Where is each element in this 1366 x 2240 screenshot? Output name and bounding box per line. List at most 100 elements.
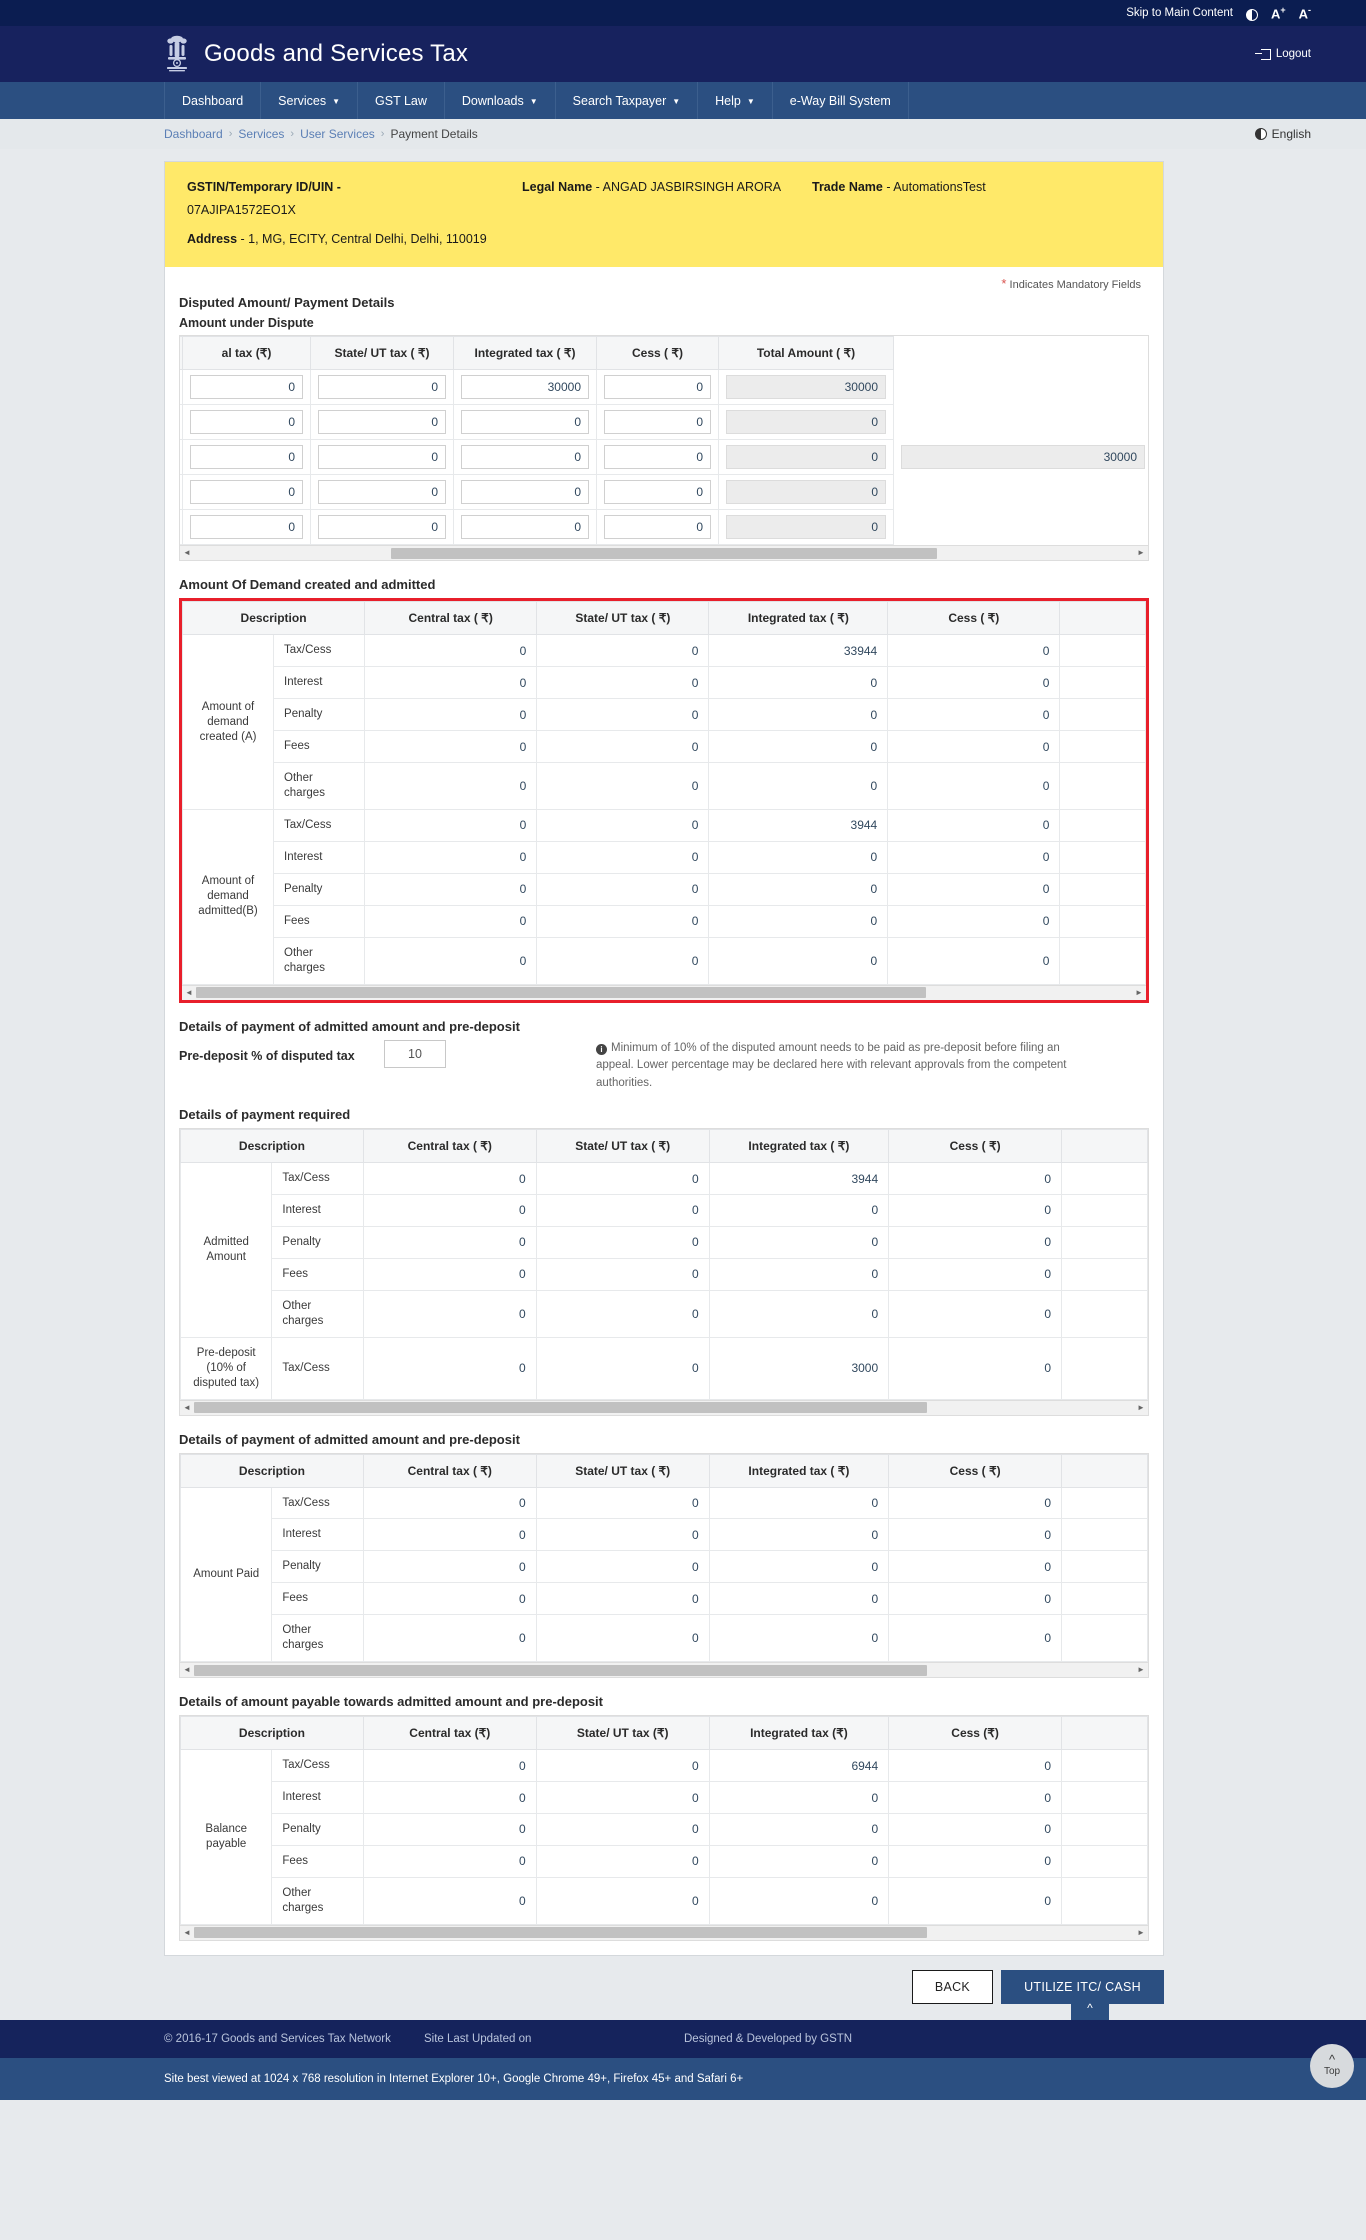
predeposit-percent-input[interactable] <box>384 1039 446 1068</box>
cess-input[interactable] <box>604 445 711 470</box>
payment-required-table-container: Description Central tax ( ₹) State/ UT t… <box>179 1128 1149 1416</box>
scroll-right-arrow-icon[interactable]: ► <box>1134 1403 1148 1412</box>
integrated-tax-value: 0 <box>708 762 889 810</box>
col-description: Description <box>180 1453 364 1488</box>
scrollbar-track[interactable] <box>194 546 1134 560</box>
predeposit-section-title: Details of payment of admitted amount an… <box>179 1018 520 1034</box>
scroll-left-arrow-icon[interactable]: ◄ <box>180 1666 194 1674</box>
central-tax-input[interactable] <box>190 515 303 540</box>
cess-input[interactable] <box>604 515 711 540</box>
globe-icon <box>1254 128 1267 140</box>
nav-item-dashboard[interactable]: Dashboard <box>164 82 262 119</box>
state-tax-cell <box>310 439 454 476</box>
utility-bar: Skip to Main Content A+ A- <box>0 0 1366 26</box>
cess-value: 0 <box>887 809 1061 842</box>
integrated-tax-input[interactable] <box>461 410 589 435</box>
row-label: Tax/Cess <box>271 1336 364 1400</box>
central-tax-input[interactable] <box>190 410 303 435</box>
logout-button[interactable]: Logout <box>1254 48 1311 60</box>
cess-input[interactable] <box>604 480 711 505</box>
trade-name-value: - AutomationsTest <box>886 180 986 194</box>
breadcrumb-item-dashboard[interactable]: Dashboard <box>164 127 223 141</box>
central-tax-value: 0 <box>364 840 538 874</box>
central-tax-value: 0 <box>362 1781 537 1814</box>
nav-item-help[interactable]: Help ▼ <box>698 82 773 119</box>
nav-item-services[interactable]: Services ▼ <box>261 82 359 119</box>
nav-item-eway-bill-system[interactable]: e-Way Bill System <box>773 82 909 119</box>
central-tax-input[interactable] <box>190 445 303 470</box>
scrollbar-thumb[interactable] <box>194 1664 928 1676</box>
table-row: Interest 0 0 0 0 <box>183 666 1146 700</box>
scroll-left-arrow-icon[interactable]: ◄ <box>180 1403 194 1412</box>
breadcrumb-item-payment-details: Payment Details <box>390 127 478 141</box>
integrated-tax-value: 0 <box>708 1614 890 1663</box>
font-decrease-button[interactable]: A- <box>1299 5 1311 21</box>
state-tax-input[interactable] <box>318 375 446 400</box>
state-tax-value: 0 <box>536 840 710 874</box>
state-tax-input[interactable] <box>318 445 446 470</box>
back-to-top-tab[interactable]: ^ <box>1071 1995 1109 2020</box>
grand-total-cell <box>894 440 1149 475</box>
table-row: Other charges 0 0 0 0 <box>181 1876 1148 1925</box>
nav-item-downloads[interactable]: Downloads ▼ <box>445 82 556 119</box>
state-tax-input[interactable] <box>318 515 446 540</box>
horizontal-scrollbar[interactable]: ◄ ► <box>180 1662 1148 1678</box>
font-increase-button[interactable]: A+ <box>1271 5 1286 21</box>
integrated-tax-input[interactable] <box>461 515 589 540</box>
col-integrated-tax: Integrated tax ( ₹) <box>708 1453 890 1488</box>
group-label-demand-admitted: Amount of demand admitted(B) <box>182 809 275 985</box>
back-to-top-button[interactable]: ^ Top <box>1310 2043 1354 2088</box>
nav-item-search-taxpayer[interactable]: Search Taxpayer ▼ <box>556 82 699 119</box>
integrated-tax-input[interactable] <box>461 375 589 400</box>
integrated-tax-input[interactable] <box>461 480 589 505</box>
state-tax-value: 0 <box>535 1486 710 1520</box>
back-button[interactable]: BACK <box>911 1969 994 2004</box>
horizontal-scrollbar[interactable]: ◄ ► <box>180 545 1148 561</box>
state-tax-value: 0 <box>535 1194 710 1227</box>
spacer-cell <box>1061 1225 1148 1259</box>
predeposit-percent-row: Pre-deposit % of disputed tax iMinimum o… <box>179 1039 1149 1093</box>
scrollbar-track[interactable] <box>194 1926 1134 1940</box>
scrollbar-thumb[interactable] <box>196 987 927 999</box>
scrollbar-track[interactable] <box>194 1401 1134 1414</box>
integrated-tax-value: 0 <box>708 1813 890 1846</box>
scroll-left-arrow-icon[interactable]: ◄ <box>182 988 196 997</box>
india-emblem-icon <box>167 35 187 72</box>
horizontal-scrollbar[interactable]: ◄ ► <box>182 984 1146 1000</box>
nav-item-gst-law[interactable]: GST Law <box>358 82 445 119</box>
state-tax-value: 0 <box>535 1225 710 1259</box>
col-state-ut-tax: State/ UT tax ( ₹) <box>310 336 454 371</box>
horizontal-scrollbar[interactable]: ◄ ► <box>180 1924 1148 1940</box>
scroll-right-arrow-icon[interactable]: ► <box>1132 988 1146 997</box>
scrollbar-track[interactable] <box>194 1663 1134 1677</box>
language-selector[interactable]: English <box>1254 127 1311 141</box>
integrated-tax-input[interactable] <box>461 445 589 470</box>
breadcrumb-item-services[interactable]: Services <box>238 127 284 141</box>
cess-input[interactable] <box>604 410 711 435</box>
breadcrumb-item-user-services[interactable]: User Services <box>300 127 375 141</box>
logout-icon <box>1254 48 1271 60</box>
cess-input[interactable] <box>604 375 711 400</box>
horizontal-scrollbar[interactable]: ◄ ► <box>180 1399 1148 1415</box>
skip-to-main-content-link[interactable]: Skip to Main Content <box>1126 7 1233 19</box>
cess-cell <box>596 369 719 406</box>
central-tax-value: 0 <box>362 1614 537 1663</box>
state-tax-input[interactable] <box>318 480 446 505</box>
scroll-left-arrow-icon[interactable]: ◄ <box>180 1928 194 1937</box>
central-tax-input[interactable] <box>190 375 303 400</box>
scrollbar-thumb[interactable] <box>391 547 937 559</box>
scrollbar-track[interactable] <box>196 986 1132 1000</box>
central-tax-input[interactable] <box>190 480 303 505</box>
contrast-toggle-icon[interactable] <box>1245 9 1258 21</box>
scrollbar-thumb[interactable] <box>194 1927 928 1939</box>
row-label: Penalty <box>271 1813 364 1846</box>
scrollbar-thumb[interactable] <box>194 1402 928 1413</box>
scroll-left-arrow-icon[interactable]: ◄ <box>180 549 194 557</box>
spacer-cell <box>1061 1257 1148 1291</box>
state-tax-input[interactable] <box>318 410 446 435</box>
scroll-right-arrow-icon[interactable]: ► <box>1134 1928 1148 1937</box>
total-amount-cell <box>718 509 894 546</box>
integrated-tax-value: 6944 <box>708 1749 890 1783</box>
scroll-right-arrow-icon[interactable]: ► <box>1134 549 1148 557</box>
scroll-right-arrow-icon[interactable]: ► <box>1134 1666 1148 1674</box>
